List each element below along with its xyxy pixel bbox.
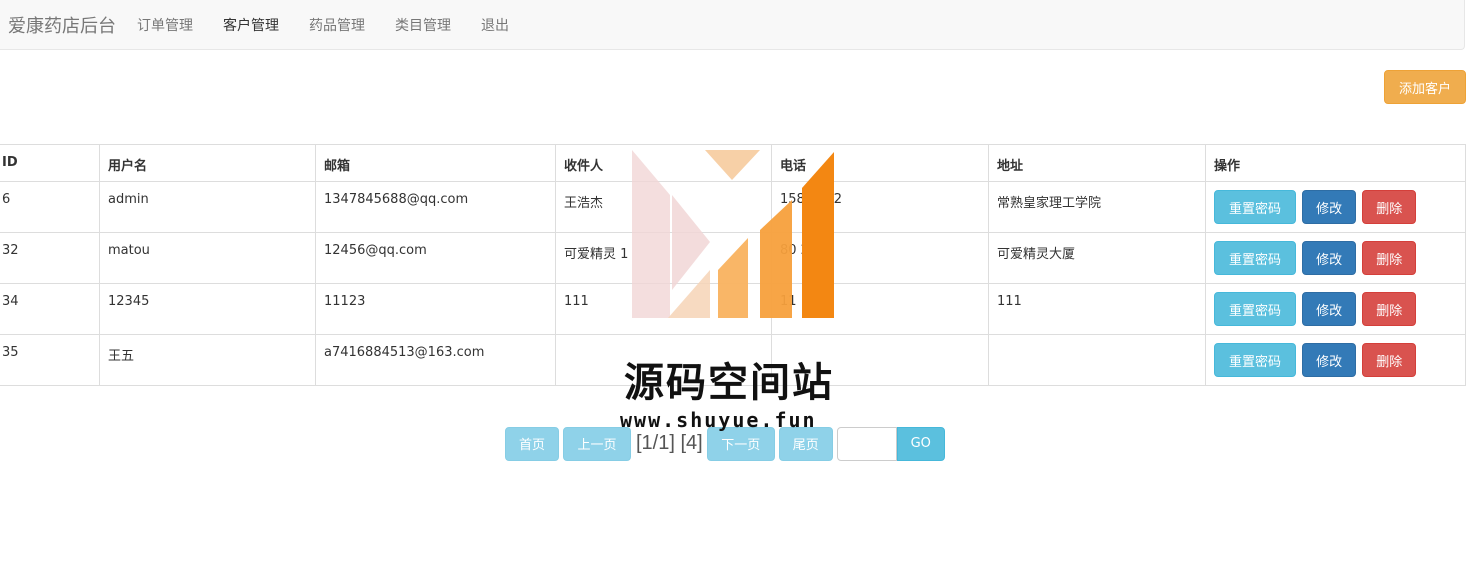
page-number-input[interactable] [836, 426, 897, 461]
cell-id: 6 [0, 181, 100, 233]
add-customer-button[interactable]: 添加客户 [1384, 70, 1466, 104]
page-info: [1/1] [4] [636, 432, 703, 454]
table-row: 6 admin 1347845688@qq.com 王浩杰 158 9162 常… [0, 181, 1466, 233]
delete-button[interactable]: 删除 [1362, 190, 1417, 224]
reset-password-button[interactable]: 重置密码 [1214, 343, 1296, 377]
cell-id: 32 [0, 232, 100, 284]
table-header-row: ID 用户名 邮箱 收件人 电话 地址 操作 [0, 144, 1466, 182]
cell-address: 111 [988, 283, 1206, 335]
header-recipient: 收件人 [555, 144, 772, 182]
edit-button[interactable]: 修改 [1302, 343, 1357, 377]
header-username: 用户名 [99, 144, 316, 182]
cell-recipient: 可爱精灵 1 [555, 232, 772, 284]
nav-logout[interactable]: 退出 [481, 15, 509, 35]
cell-phone: 80 2404 [771, 232, 989, 284]
cell-username: 王五 [99, 334, 316, 386]
reset-password-button[interactable]: 重置密码 [1214, 292, 1296, 326]
cell-address [988, 334, 1206, 386]
header-address: 地址 [988, 144, 1206, 182]
cell-recipient: 王浩杰 [555, 181, 772, 233]
cell-actions: 重置密码 修改 删除 [1205, 283, 1466, 335]
reset-password-button[interactable]: 重置密码 [1214, 190, 1296, 224]
nav-orders[interactable]: 订单管理 [137, 15, 193, 35]
header-actions: 操作 [1205, 144, 1466, 182]
cell-username: admin [99, 181, 316, 233]
go-button[interactable]: GO [896, 426, 945, 461]
header-email: 邮箱 [315, 144, 556, 182]
cell-email: a7416884513@163.com [315, 334, 556, 386]
cell-email: 11123 [315, 283, 556, 335]
cell-id: 34 [0, 283, 100, 335]
first-page-button[interactable]: 首页 [505, 426, 559, 461]
reset-password-button[interactable]: 重置密码 [1214, 241, 1296, 275]
nav-customers[interactable]: 客户管理 [223, 15, 279, 35]
table-row: 34 12345 11123 111 11 111 重置密码 修改 删除 [0, 283, 1466, 335]
cell-address: 可爱精灵大厦 [988, 232, 1206, 284]
cell-id: 35 [0, 334, 100, 386]
cell-username: matou [99, 232, 316, 284]
cell-phone: 11 [771, 283, 989, 335]
cell-address: 常熟皇家理工学院 [988, 181, 1206, 233]
header-id: ID [0, 144, 100, 182]
cell-recipient: 111 [555, 283, 772, 335]
edit-button[interactable]: 修改 [1302, 292, 1357, 326]
cell-email: 12456@qq.com [315, 232, 556, 284]
cell-actions: 重置密码 修改 删除 [1205, 232, 1466, 284]
table-row: 32 matou 12456@qq.com 可爱精灵 1 80 2404 可爱精… [0, 232, 1466, 284]
watermark-url: www.shuyue.fun [620, 408, 817, 432]
delete-button[interactable]: 删除 [1362, 343, 1417, 377]
edit-button[interactable]: 修改 [1302, 241, 1357, 275]
top-navbar: 爱康药店后台 订单管理 客户管理 药品管理 类目管理 退出 [0, 0, 1465, 50]
cell-email: 1347845688@qq.com [315, 181, 556, 233]
header-phone: 电话 [771, 144, 989, 182]
watermark-title: 源码空间站 [624, 360, 834, 406]
cell-username: 12345 [99, 283, 316, 335]
cell-phone: 158 9162 [771, 181, 989, 233]
nav-drugs[interactable]: 药品管理 [309, 15, 365, 35]
brand-title[interactable]: 爱康药店后台 [0, 12, 137, 38]
cell-actions: 重置密码 修改 删除 [1205, 334, 1466, 386]
delete-button[interactable]: 删除 [1362, 241, 1417, 275]
nav-categories[interactable]: 类目管理 [395, 15, 451, 35]
delete-button[interactable]: 删除 [1362, 292, 1417, 326]
edit-button[interactable]: 修改 [1302, 190, 1357, 224]
cell-actions: 重置密码 修改 删除 [1205, 181, 1466, 233]
